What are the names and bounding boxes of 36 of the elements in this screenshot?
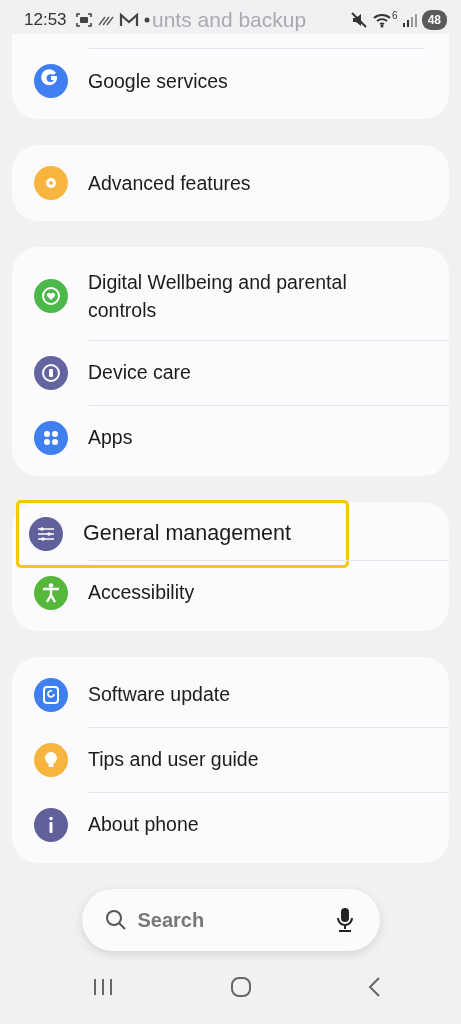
wifi-icon <box>372 12 393 28</box>
search-bar[interactable]: Search <box>81 888 380 951</box>
settings-item[interactable]: Accessibility <box>89 559 449 625</box>
refresh-icon <box>34 677 68 712</box>
recents-button[interactable] <box>92 976 114 997</box>
clock-text: 12:53 <box>24 9 67 32</box>
settings-item[interactable]: Software update <box>12 662 449 727</box>
dot-icon <box>142 16 151 24</box>
info-icon <box>34 807 68 842</box>
mute-icon <box>350 11 369 29</box>
settings-item[interactable]: General management <box>16 499 349 568</box>
four-dots-icon <box>34 420 68 455</box>
search-icon <box>103 907 128 932</box>
bulb-icon <box>34 742 68 777</box>
mail-icon <box>118 12 139 28</box>
signal-icon <box>401 13 418 27</box>
settings-item[interactable]: Digital Wellbeing and parental controls <box>12 253 449 340</box>
wifi-band-text: 6 <box>392 8 398 23</box>
battery-circle-icon <box>34 355 68 390</box>
person-icon <box>34 575 68 610</box>
g-logo-icon <box>34 64 68 98</box>
settings-item[interactable]: Device care <box>89 339 449 405</box>
home-button[interactable] <box>229 975 252 998</box>
screenshot-icon <box>74 11 93 29</box>
settings-item[interactable]: Google services <box>12 49 449 113</box>
settings-item[interactable]: Tips and user guide <box>89 726 449 792</box>
back-button[interactable] <box>367 975 381 998</box>
microphone-icon <box>335 906 354 933</box>
faded-menu-text: unts and backup <box>152 7 307 33</box>
heart-ring-icon <box>34 279 68 314</box>
sliders-icon <box>29 516 63 551</box>
battery-indicator: 48 <box>421 10 447 30</box>
settings-item[interactable]: About phone <box>89 791 449 857</box>
settings-item[interactable]: Apps <box>89 404 449 470</box>
search-field[interactable]: Search <box>135 903 296 936</box>
settings-item[interactable]: Advanced features <box>12 151 449 215</box>
